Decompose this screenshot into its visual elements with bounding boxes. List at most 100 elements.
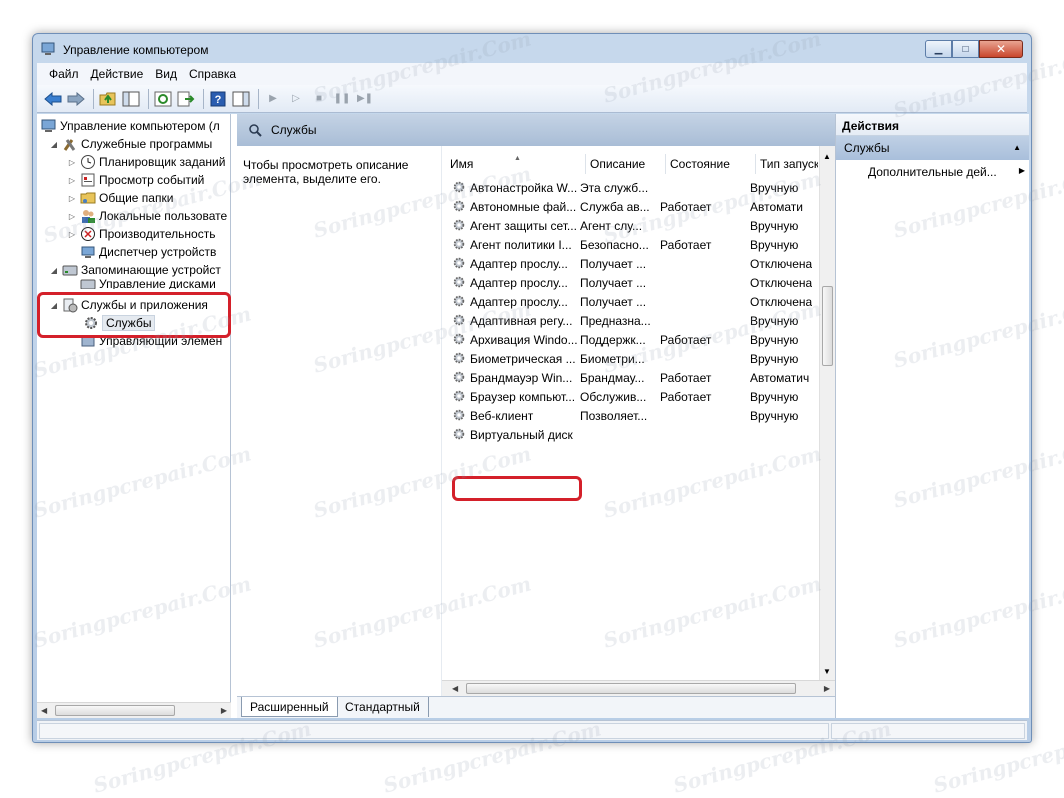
scroll-left-icon[interactable]: ◀: [41, 706, 47, 715]
scroll-up-icon[interactable]: ▲: [823, 152, 831, 161]
service-gear-icon: [453, 238, 465, 250]
service-status-cell: Работает: [660, 199, 712, 214]
service-name-cell: Автономные фай...: [470, 199, 577, 214]
expander-expanded-icon[interactable]: ◢: [49, 140, 59, 149]
tree-item-system-tools[interactable]: ◢ Служебные программы: [49, 135, 212, 153]
column-description[interactable]: Описание: [586, 154, 666, 174]
services-horizontal-scrollbar[interactable]: ◀ ▶: [442, 680, 836, 696]
scroll-left-icon[interactable]: ◀: [452, 684, 458, 693]
start-service-alt-icon[interactable]: ▷: [286, 89, 306, 109]
scroll-down-icon[interactable]: ▼: [823, 667, 831, 676]
stop-service-icon[interactable]: ■: [309, 89, 329, 109]
service-name-cell: Биометрическая ...: [470, 351, 576, 366]
tree-item-computer-management[interactable]: Управление компьютером (л: [41, 117, 220, 135]
minimize-button[interactable]: ▁: [925, 40, 952, 58]
tree-item-event-viewer[interactable]: ▷ Просмотр событий: [67, 171, 204, 189]
table-row[interactable]: Адаптер прослу... Получает ... Отключена: [448, 273, 818, 292]
service-gear-icon: [453, 371, 465, 383]
pause-service-icon[interactable]: ❚❚: [332, 89, 352, 109]
table-row[interactable]: Адаптер прослу... Получает ... Отключена: [448, 254, 818, 273]
table-row[interactable]: Веб-клиент Позволяет... Вручную: [448, 406, 818, 425]
window-title: Управление компьютером: [63, 43, 209, 57]
menu-file[interactable]: Файл: [43, 67, 85, 81]
table-row[interactable]: Адаптивная регу... Предназна... Вручную: [448, 311, 818, 330]
scroll-right-icon[interactable]: ▶: [221, 706, 227, 715]
disk-icon: [80, 279, 96, 289]
menu-view[interactable]: Вид: [149, 67, 183, 81]
tab-standard[interactable]: Стандартный: [337, 697, 429, 717]
service-description-cell: Брандмау...: [580, 370, 645, 385]
services-vertical-scrollbar[interactable]: ▲ ▼: [819, 146, 835, 680]
service-gear-icon: [453, 314, 465, 326]
scrollbar-thumb[interactable]: [822, 286, 833, 366]
export-list-icon[interactable]: [176, 89, 196, 109]
tree-item-device-manager[interactable]: Диспетчер устройств: [80, 243, 216, 261]
help-icon[interactable]: ?: [208, 89, 228, 109]
status-segment: [39, 723, 829, 739]
services-title: Службы: [271, 123, 317, 137]
column-startup-type[interactable]: Тип запуск: [756, 154, 818, 174]
table-row[interactable]: Биометрическая ... Биометри... Вручную: [448, 349, 818, 368]
table-row[interactable]: Браузер компьют... Обслужив... Работает Вру…: [448, 387, 818, 406]
title-bar[interactable]: Управление компьютером ▁ □ ✕: [33, 34, 1031, 62]
computer-management-icon: [41, 119, 56, 132]
expander-expanded-icon[interactable]: ◢: [49, 266, 59, 275]
collapse-up-icon[interactable]: ▲: [1013, 143, 1021, 152]
table-row[interactable]: Виртуальный диск: [448, 425, 818, 444]
table-row[interactable]: Автонастройка W... Эта служб... Вручную: [448, 178, 818, 197]
svg-text:?: ?: [215, 94, 222, 106]
tree-item-shared-folders[interactable]: ▷ Общие папки: [67, 189, 174, 207]
column-name[interactable]: ▲ Имя: [446, 154, 586, 174]
back-arrow-icon[interactable]: [43, 89, 63, 109]
actions-section-services[interactable]: Службы ▲: [836, 136, 1029, 160]
tab-extended[interactable]: Расширенный: [241, 697, 338, 717]
tree-item-task-scheduler[interactable]: ▷ Планировщик заданий: [67, 153, 225, 171]
tree-item-performance[interactable]: ▷ Производительность: [67, 225, 215, 243]
table-row[interactable]: Автономные фай... Служба ав... Работает Авт…: [448, 197, 818, 216]
scrollbar-thumb[interactable]: [466, 683, 796, 694]
forward-arrow-icon[interactable]: [66, 89, 86, 109]
tree-item-local-users[interactable]: ▷ Локальные пользовате: [67, 207, 227, 225]
menu-action[interactable]: Действие: [85, 67, 150, 81]
table-row[interactable]: Архивация Windo... Поддержк... Работает Вру…: [448, 330, 818, 349]
action-more-actions[interactable]: Дополнительные дей... ▶: [836, 160, 1029, 182]
service-startup-cell: Вручную: [750, 408, 799, 423]
expander-collapsed-icon[interactable]: ▷: [67, 230, 77, 239]
toolbar-separator: [258, 88, 259, 109]
service-description-cell: Биометри...: [580, 351, 645, 366]
shared-folder-icon: [80, 192, 96, 204]
expander-collapsed-icon[interactable]: ▷: [67, 158, 77, 167]
table-row[interactable]: Агент политики I... Безопасно... Работает В…: [448, 235, 818, 254]
expander-collapsed-icon[interactable]: ▷: [67, 176, 77, 185]
computer-management-window: Управление компьютером ▁ □ ✕ Файл Действ…: [32, 33, 1032, 743]
scrollbar-thumb[interactable]: [55, 705, 175, 716]
refresh-icon[interactable]: [153, 89, 173, 109]
table-row[interactable]: Брандмауэр Win... Брандмау... Работает Авто…: [448, 368, 818, 387]
restart-service-icon[interactable]: ▶❚: [355, 89, 375, 109]
start-service-icon[interactable]: ▶: [263, 89, 283, 109]
tree-horizontal-scrollbar[interactable]: ◀ ▶: [37, 702, 231, 718]
expander-collapsed-icon[interactable]: ▷: [67, 212, 77, 221]
close-button[interactable]: ✕: [979, 40, 1023, 58]
tree-item-storage[interactable]: ◢ Запоминающие устройст: [49, 261, 221, 279]
expander-collapsed-icon[interactable]: ▷: [67, 194, 77, 203]
table-row[interactable]: Агент защиты сет... Агент слу... Вручную: [448, 216, 818, 235]
service-gear-icon: [453, 257, 465, 269]
event-viewer-icon: [81, 173, 95, 187]
window-controls: ▁ □ ✕: [925, 40, 1023, 58]
scroll-right-icon[interactable]: ▶: [824, 684, 830, 693]
service-name-cell: Браузер компьют...: [470, 389, 576, 404]
maximize-button[interactable]: □: [952, 40, 979, 58]
menu-help[interactable]: Справка: [183, 67, 242, 81]
actions-pane: Действия Службы ▲ Дополнительные дей... …: [835, 114, 1029, 718]
show-action-pane-icon[interactable]: [231, 89, 251, 109]
column-status[interactable]: Состояние: [666, 154, 756, 174]
table-row[interactable]: Адаптер прослу... Получает ... Отключена: [448, 292, 818, 311]
service-gear-icon: [453, 181, 465, 193]
service-status-cell: Работает: [660, 332, 712, 347]
tree-item-disk-management[interactable]: Управление дисками: [80, 279, 216, 289]
up-folder-icon[interactable]: [98, 89, 118, 109]
service-startup-cell: Отключена: [750, 275, 812, 290]
show-hide-console-tree-icon[interactable]: [121, 89, 141, 109]
device-manager-icon: [81, 246, 95, 258]
